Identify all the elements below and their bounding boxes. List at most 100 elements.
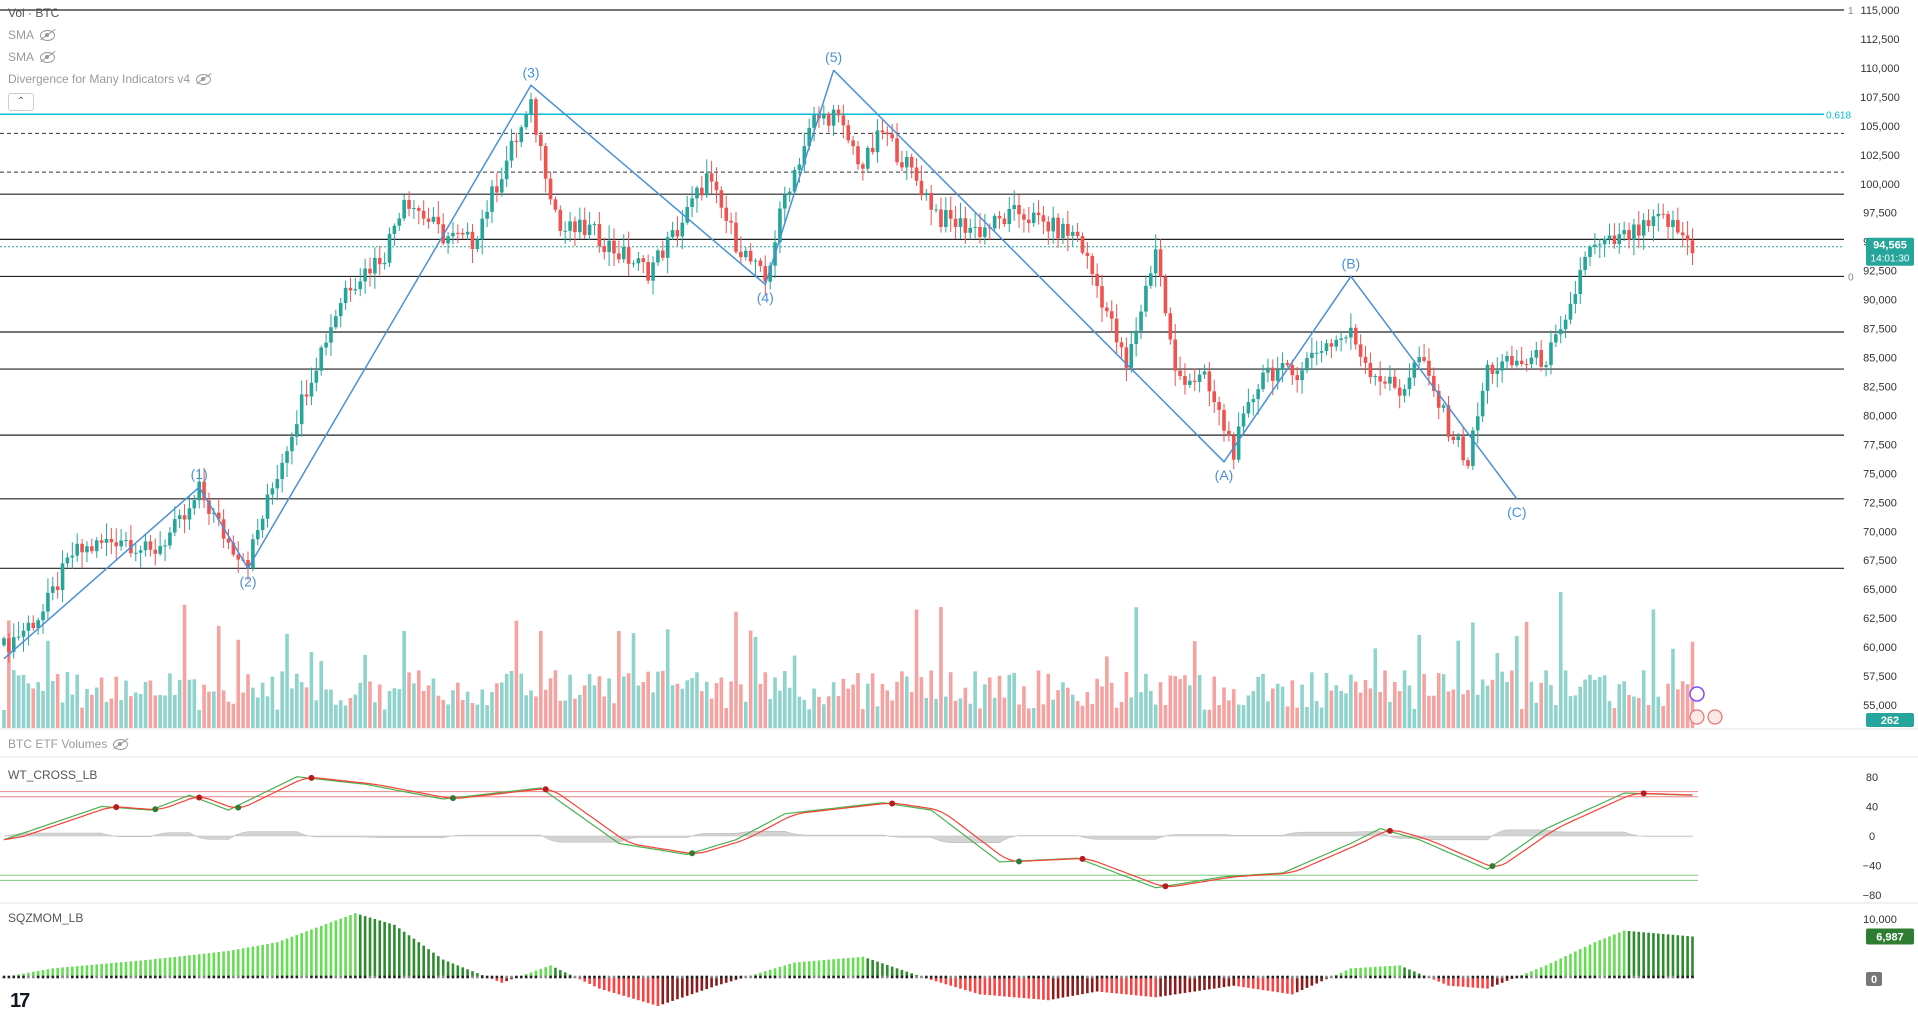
momentum-bar (319, 925, 323, 977)
volume-bar (1017, 704, 1021, 728)
volume-bar (656, 671, 660, 728)
momentum-bar (1608, 936, 1611, 977)
candle-body (1251, 399, 1256, 403)
squeeze-dot (1222, 975, 1226, 979)
tradingview-logo[interactable]: 17 (10, 990, 30, 1013)
candle-body (963, 218, 968, 233)
momentum-bar (1378, 966, 1382, 977)
wt-cross-dot (1489, 863, 1496, 870)
momentum-bar (1232, 977, 1236, 986)
volume-bar (456, 682, 460, 728)
chart-stage[interactable]: 115,000 112,500 110,000 107,500 105,000 102,5… (0, 0, 1918, 1021)
volume-bar (773, 677, 777, 728)
momentum-bar (993, 977, 996, 996)
candle-body (1061, 223, 1065, 239)
volume-bar (1334, 685, 1339, 728)
squeeze-dot (1242, 975, 1245, 979)
squeeze-dot (1530, 975, 1533, 979)
collapse-legend-button[interactable]: ⌃ (8, 93, 34, 111)
squeeze-dot (1330, 975, 1333, 979)
volume-bar (1134, 607, 1138, 728)
candle-body (1022, 214, 1026, 220)
volume-bar (1441, 674, 1446, 728)
squeeze-dot (1515, 975, 1519, 979)
volume-bar (158, 694, 162, 728)
candle-body (870, 147, 875, 153)
squeeze-dot (56, 975, 59, 979)
volume-bar (387, 691, 392, 728)
squeeze-dot (1276, 975, 1279, 979)
volume-bar (753, 636, 758, 728)
volume-bar (417, 670, 421, 728)
candle-body (646, 262, 650, 281)
candle-body (836, 109, 841, 116)
wt-tick-label: 0 (1869, 831, 1875, 843)
eye-hidden-icon[interactable] (40, 51, 56, 63)
momentum-bar (681, 977, 684, 998)
legend-sma-2[interactable]: SMA (8, 50, 56, 64)
volume-bar (509, 670, 514, 728)
squeeze-dot (1408, 975, 1411, 979)
volume-bar (1578, 686, 1583, 728)
momentum-bar (651, 977, 655, 1005)
squeeze-dot (1442, 975, 1445, 979)
candle-body (1554, 334, 1558, 343)
momentum-bar (788, 963, 791, 977)
volume-bar (275, 709, 280, 728)
wt-cross-dot (308, 774, 315, 781)
legend-sma-1[interactable]: SMA (8, 28, 56, 42)
candle-body (905, 156, 909, 168)
volume-bar (792, 655, 797, 728)
candle-body (1280, 363, 1285, 370)
squeeze-dot (1086, 975, 1089, 979)
eye-hidden-icon[interactable] (40, 29, 56, 41)
momentum-bar (856, 957, 860, 977)
squeeze-dot (1500, 975, 1504, 979)
momentum-bar (1403, 967, 1406, 977)
squeeze-dot (471, 975, 474, 979)
squeeze-dot (1578, 975, 1582, 979)
squeeze-dot (1535, 975, 1538, 979)
momentum-bar (793, 962, 796, 977)
legend-etf-volumes[interactable]: BTC ETF Volumes (8, 737, 129, 751)
momentum-bar (80, 965, 84, 977)
momentum-bar (798, 962, 801, 977)
squeeze-dot (890, 975, 894, 979)
squeeze-dot (1022, 975, 1026, 979)
momentum-bar (1657, 933, 1660, 977)
candle-body (124, 540, 128, 542)
momentum-bar (846, 957, 850, 977)
squeeze-dot (1154, 975, 1157, 979)
squeeze-dot (1178, 975, 1182, 979)
squeeze-dot (1120, 975, 1123, 979)
eye-hidden-icon[interactable] (113, 738, 129, 750)
squeeze-dot (954, 975, 957, 979)
squeeze-dot (1251, 975, 1255, 979)
volume-bar (1544, 670, 1548, 728)
squeeze-dot (1090, 975, 1094, 979)
momentum-bar (1461, 977, 1465, 987)
candle-body (939, 209, 943, 227)
volume-bar (480, 689, 485, 728)
momentum-bar (676, 977, 679, 1000)
momentum-bar (1066, 977, 1070, 997)
volume-bar (900, 671, 904, 728)
candle-body (753, 260, 758, 262)
volume-bar (1266, 701, 1270, 728)
momentum-bar (1198, 977, 1201, 991)
momentum-bar (300, 933, 303, 977)
candle-body (265, 494, 270, 519)
volume-bar (670, 685, 675, 728)
momentum-bar (554, 967, 557, 977)
momentum-bar (1115, 977, 1118, 994)
candle-body (558, 209, 563, 231)
volume-bar (1549, 685, 1553, 728)
squeeze-dot (1666, 975, 1670, 979)
chart-canvas[interactable]: 115,000112,500110,000107,500105,000102,5… (0, 0, 1918, 1021)
eye-hidden-icon[interactable] (196, 73, 212, 85)
candle-body (436, 216, 441, 225)
volume-bar (1046, 673, 1051, 728)
momentum-bar (71, 966, 74, 977)
legend-divergence[interactable]: Divergence for Many Indicators v4 (8, 72, 212, 86)
lightning-icon (1689, 686, 1705, 702)
